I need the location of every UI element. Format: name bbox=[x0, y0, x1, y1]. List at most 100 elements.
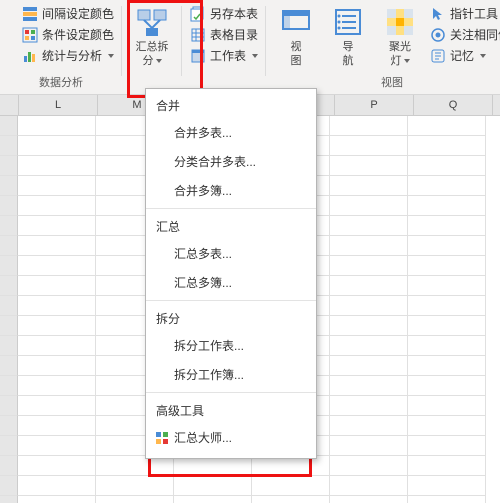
cell[interactable] bbox=[174, 476, 252, 496]
cell[interactable] bbox=[408, 396, 486, 416]
cell[interactable] bbox=[18, 376, 96, 396]
row-edge[interactable] bbox=[0, 296, 18, 316]
row-edge[interactable] bbox=[0, 256, 18, 276]
cell[interactable] bbox=[96, 456, 174, 476]
row-edge[interactable] bbox=[0, 436, 18, 456]
menu-split-sheets[interactable]: 拆分工作表... bbox=[146, 331, 316, 360]
cell[interactable] bbox=[18, 436, 96, 456]
row-edge[interactable] bbox=[0, 396, 18, 416]
row-edge[interactable] bbox=[0, 136, 18, 156]
menu-summary-wizard[interactable]: 汇总大师... bbox=[146, 423, 316, 452]
cell[interactable] bbox=[18, 356, 96, 376]
cell[interactable] bbox=[330, 416, 408, 436]
cell[interactable] bbox=[18, 256, 96, 276]
cell[interactable] bbox=[408, 456, 486, 476]
summary-split-button[interactable]: 汇总拆分 bbox=[126, 4, 178, 68]
cell[interactable] bbox=[330, 496, 408, 503]
cell[interactable] bbox=[330, 476, 408, 496]
row-edge[interactable] bbox=[0, 476, 18, 496]
cell[interactable] bbox=[330, 116, 408, 136]
cell[interactable] bbox=[18, 216, 96, 236]
cell[interactable] bbox=[408, 336, 486, 356]
cell[interactable] bbox=[18, 236, 96, 256]
cell[interactable] bbox=[330, 156, 408, 176]
cell[interactable] bbox=[330, 276, 408, 296]
cell[interactable] bbox=[330, 396, 408, 416]
cell[interactable] bbox=[330, 376, 408, 396]
cell[interactable] bbox=[18, 496, 96, 503]
cell[interactable] bbox=[408, 376, 486, 396]
row-edge[interactable] bbox=[0, 156, 18, 176]
cell[interactable] bbox=[408, 436, 486, 456]
cell[interactable] bbox=[408, 156, 486, 176]
cell[interactable] bbox=[408, 116, 486, 136]
col-header[interactable]: Q bbox=[414, 95, 493, 115]
cell[interactable] bbox=[252, 476, 330, 496]
menu-merge-classify[interactable]: 分类合并多表... bbox=[146, 147, 316, 176]
cell[interactable] bbox=[408, 276, 486, 296]
cell[interactable] bbox=[408, 316, 486, 336]
cell[interactable] bbox=[252, 456, 330, 476]
menu-summary-sheets[interactable]: 汇总多表... bbox=[146, 239, 316, 268]
col-header[interactable]: L bbox=[19, 95, 98, 115]
row-edge[interactable] bbox=[0, 496, 18, 503]
nav-button[interactable]: 导 航 bbox=[322, 4, 374, 68]
cell[interactable] bbox=[330, 436, 408, 456]
row-edge[interactable] bbox=[0, 236, 18, 256]
row-edge[interactable] bbox=[0, 376, 18, 396]
cell[interactable] bbox=[408, 416, 486, 436]
cell[interactable] bbox=[18, 456, 96, 476]
cmd-save-copy[interactable]: 另存本表 bbox=[188, 4, 260, 23]
row-edge[interactable] bbox=[0, 456, 18, 476]
spotlight-button[interactable]: 聚光 灯 bbox=[374, 4, 426, 68]
cmd-stats-analysis[interactable]: 统计与分析 bbox=[20, 46, 116, 65]
cell[interactable] bbox=[408, 256, 486, 276]
cell[interactable] bbox=[18, 416, 96, 436]
cell[interactable] bbox=[330, 216, 408, 236]
cell[interactable] bbox=[18, 176, 96, 196]
row-edge[interactable] bbox=[0, 336, 18, 356]
cmd-highlight-same[interactable]: 关注相同值 bbox=[428, 25, 500, 44]
cell[interactable] bbox=[330, 356, 408, 376]
cell[interactable] bbox=[330, 296, 408, 316]
cell[interactable] bbox=[18, 276, 96, 296]
cell[interactable] bbox=[174, 496, 252, 503]
cell[interactable] bbox=[408, 176, 486, 196]
row-edge[interactable] bbox=[0, 116, 18, 136]
cell[interactable] bbox=[408, 196, 486, 216]
cell[interactable] bbox=[18, 156, 96, 176]
cmd-pointer-tool[interactable]: 指针工具 bbox=[428, 4, 500, 23]
cell[interactable] bbox=[252, 496, 330, 503]
cmd-interval-color[interactable]: 间隔设定颜色 bbox=[20, 4, 116, 23]
cell[interactable] bbox=[18, 136, 96, 156]
cell[interactable] bbox=[18, 396, 96, 416]
cell[interactable] bbox=[330, 456, 408, 476]
cell[interactable] bbox=[408, 136, 486, 156]
cell[interactable] bbox=[408, 356, 486, 376]
cell[interactable] bbox=[330, 256, 408, 276]
row-edge[interactable] bbox=[0, 316, 18, 336]
row-edge[interactable] bbox=[0, 176, 18, 196]
cell[interactable] bbox=[408, 296, 486, 316]
row-edge[interactable] bbox=[0, 196, 18, 216]
menu-merge-books[interactable]: 合并多簿... bbox=[146, 176, 316, 205]
cell[interactable] bbox=[330, 236, 408, 256]
cell[interactable] bbox=[18, 316, 96, 336]
menu-split-books[interactable]: 拆分工作簿... bbox=[146, 360, 316, 389]
view-button[interactable]: 视 图 bbox=[270, 4, 322, 68]
cell[interactable] bbox=[330, 196, 408, 216]
cell[interactable] bbox=[96, 496, 174, 503]
cell[interactable] bbox=[18, 476, 96, 496]
cell[interactable] bbox=[330, 176, 408, 196]
cmd-table-index[interactable]: 表格目录 bbox=[188, 25, 260, 44]
cell[interactable] bbox=[174, 456, 252, 476]
row-edge[interactable] bbox=[0, 276, 18, 296]
menu-summary-books[interactable]: 汇总多簿... bbox=[146, 268, 316, 297]
cell[interactable] bbox=[18, 296, 96, 316]
cell[interactable] bbox=[408, 496, 486, 503]
cell[interactable] bbox=[18, 196, 96, 216]
cell[interactable] bbox=[96, 476, 174, 496]
cell[interactable] bbox=[330, 316, 408, 336]
cell[interactable] bbox=[18, 336, 96, 356]
cmd-memory[interactable]: 记忆 bbox=[428, 46, 500, 65]
